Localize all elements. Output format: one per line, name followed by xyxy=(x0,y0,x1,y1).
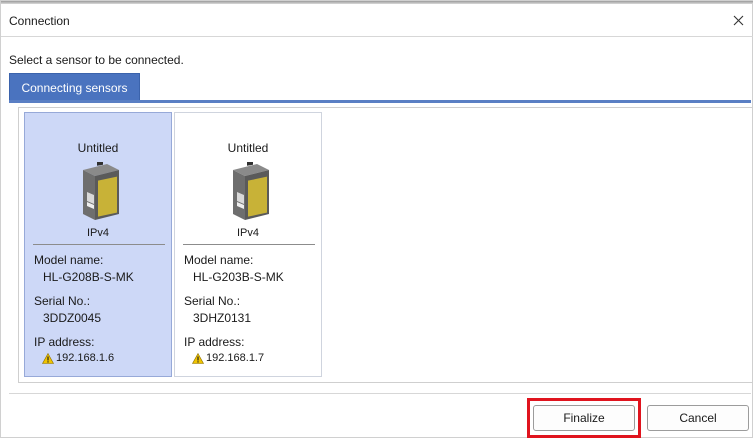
ip-row: 192.168.1.6 xyxy=(42,352,114,364)
instruction-text: Select a sensor to be connected. xyxy=(9,53,184,67)
close-icon xyxy=(733,15,743,26)
card-divider xyxy=(183,244,315,245)
serial-label: Serial No.: xyxy=(34,294,91,308)
card-divider xyxy=(33,244,165,245)
model-value: HL-G208B-S-MK xyxy=(43,270,134,284)
serial-value: 3DDZ0045 xyxy=(43,311,102,325)
sensor-card[interactable]: Untitled IPv4 Model name: HL-G208B-S-MK … xyxy=(24,112,172,377)
tab-connecting-sensors[interactable]: Connecting sensors xyxy=(9,73,140,101)
tab-label: Connecting sensors xyxy=(21,80,128,95)
ip-label: IP address: xyxy=(184,335,245,349)
sensor-protocol: IPv4 xyxy=(236,227,259,239)
sensor-list-panel: Untitled IPv4 Model name: HL-G208B-S-MK … xyxy=(18,107,753,383)
ip-label: IP address: xyxy=(34,335,95,349)
finalize-button[interactable]: Finalize xyxy=(533,405,635,431)
sensor-device-icon xyxy=(233,162,269,220)
sensor-card[interactable]: Untitled IPv4 Model name: HL-G203B-S-MK … xyxy=(174,112,322,377)
warning-icon xyxy=(42,352,54,364)
model-label: Model name: xyxy=(34,253,104,267)
tab-strip-underline xyxy=(9,100,751,103)
serial-label: Serial No.: xyxy=(184,294,241,308)
warning-icon xyxy=(192,352,204,364)
sensor-title: Untitled xyxy=(227,141,269,155)
dialog-title: Connection xyxy=(9,14,70,28)
footer-divider xyxy=(9,393,751,394)
sensor-device-icon xyxy=(83,162,119,220)
ip-value: 192.168.1.6 xyxy=(56,352,115,364)
cancel-button[interactable]: Cancel xyxy=(647,405,749,431)
sensor-protocol: IPv4 xyxy=(86,227,109,239)
model-value: HL-G203B-S-MK xyxy=(193,270,284,284)
connection-dialog: Connection Select a sensor to be connect… xyxy=(0,0,753,438)
ip-value: 192.168.1.7 xyxy=(206,352,265,364)
model-label: Model name: xyxy=(184,253,254,267)
serial-value: 3DHZ0131 xyxy=(193,311,252,325)
sensor-title: Untitled xyxy=(77,141,119,155)
close-button[interactable] xyxy=(722,4,753,37)
ip-row: 192.168.1.7 xyxy=(192,352,264,364)
title-bar: Connection xyxy=(1,4,753,37)
